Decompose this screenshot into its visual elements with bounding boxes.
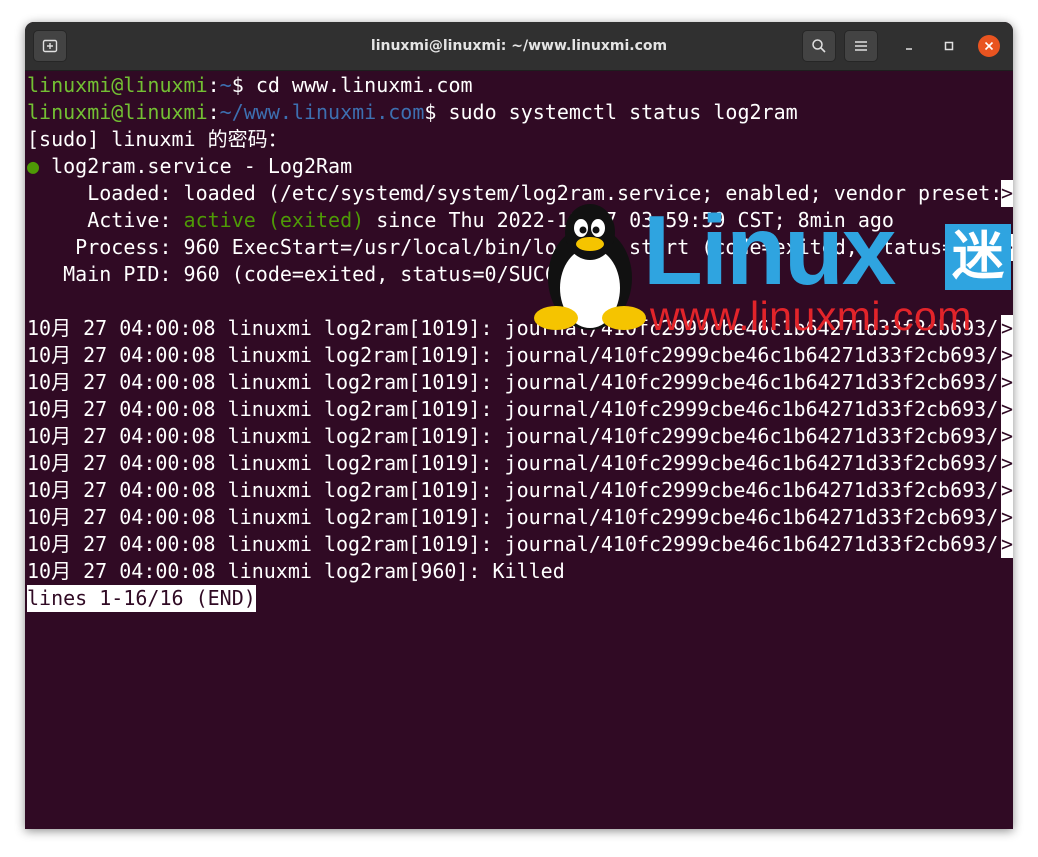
log-line: 10月 27 04:00:08 linuxmi log2ram[1019]: j…	[27, 396, 1013, 423]
search-button[interactable]	[802, 30, 836, 62]
hamburger-menu-icon	[855, 41, 867, 51]
truncation-marker: >	[1001, 504, 1013, 531]
truncation-marker: >	[1001, 477, 1013, 504]
truncation-marker: >	[1001, 396, 1013, 423]
prompt-user: linuxmi@linuxmi	[27, 100, 208, 124]
log-line: 10月 27 04:00:08 linuxmi log2ram[1019]: j…	[27, 342, 1013, 369]
tux-penguin-icon	[534, 204, 646, 330]
command-text: sudo systemctl status log2ram	[448, 100, 798, 124]
log-line-text: 10月 27 04:00:08 linuxmi log2ram[1019]: j…	[27, 343, 999, 367]
log-line-text: 10月 27 04:00:08 linuxmi log2ram[1019]: j…	[27, 397, 999, 421]
prompt-path: ~/www.linuxmi.com	[219, 100, 425, 124]
active-status: active (exited)	[183, 208, 365, 232]
prompt-line: linuxmi@linuxmi:~/www.linuxmi.com$ sudo …	[27, 100, 798, 124]
prompt-symbol: $	[424, 100, 449, 124]
truncation-marker: >	[1001, 450, 1013, 477]
log-line-text: 10月 27 04:00:08 linuxmi log2ram[1019]: j…	[27, 532, 999, 556]
log-line: 10月 27 04:00:08 linuxmi log2ram[1019]: j…	[27, 477, 1013, 504]
close-button[interactable]	[978, 35, 1000, 57]
truncation-marker: >	[1001, 369, 1013, 396]
log-line: 10月 27 04:00:08 linuxmi log2ram[1019]: j…	[27, 369, 1013, 396]
pager-line: lines 1-16/16 (END)	[27, 585, 1013, 612]
truncation-marker: >	[1001, 531, 1013, 558]
log-line-text: 10月 27 04:00:08 linuxmi log2ram[1019]: j…	[27, 424, 999, 448]
status-dot-icon: ●	[27, 154, 40, 178]
watermark-logo: Linux 迷 www.linuxmi.com	[530, 200, 1013, 340]
active-label: Active:	[27, 208, 184, 232]
search-icon	[812, 39, 826, 53]
brand-wordmark: Linux	[643, 195, 896, 305]
truncation-marker: >	[1001, 423, 1013, 450]
log-line: 10月 27 04:00:08 linuxmi log2ram[1019]: j…	[27, 504, 1013, 531]
service-header: ● log2ram.service - Log2Ram	[27, 153, 1013, 180]
log-line-killed: 10月 27 04:00:08 linuxmi log2ram[960]: Ki…	[27, 559, 565, 583]
log-line-text: 10月 27 04:00:08 linuxmi log2ram[1019]: j…	[27, 478, 999, 502]
log-line: 10月 27 04:00:08 linuxmi log2ram[1019]: j…	[27, 423, 1013, 450]
truncation-marker: >	[1001, 342, 1013, 369]
maximize-button[interactable]	[938, 35, 960, 57]
log-line: 10月 27 04:00:08 linuxmi log2ram[1019]: j…	[27, 450, 1013, 477]
sudo-password-prompt: [sudo] linuxmi 的密码：	[27, 127, 288, 151]
prompt-user: linuxmi@linuxmi	[27, 73, 208, 97]
log-line: 10月 27 04:00:08 linuxmi log2ram[1019]: j…	[27, 531, 1013, 558]
prompt-line: linuxmi@linuxmi:~$ cd www.linuxmi.com	[27, 73, 473, 97]
log-lines: 10月 27 04:00:08 linuxmi log2ram[1019]: j…	[27, 315, 1013, 558]
menu-button[interactable]	[844, 30, 878, 62]
log-line-text: 10月 27 04:00:08 linuxmi log2ram[1019]: j…	[27, 505, 999, 529]
terminal-window: linuxmi@linuxmi: ~/www.linuxmi.com linux…	[25, 22, 1013, 829]
brand-cn-badge: 迷	[945, 224, 1011, 290]
log-line-text: 10月 27 04:00:08 linuxmi log2ram[1019]: j…	[27, 370, 999, 394]
service-name: log2ram.service - Log2Ram	[39, 154, 353, 178]
pager-status: lines 1-16/16 (END)	[27, 585, 256, 612]
close-icon	[984, 41, 994, 51]
minimize-button[interactable]	[898, 35, 920, 57]
maximize-icon	[944, 41, 954, 51]
prompt-path: ~	[219, 73, 232, 97]
site-url: www.linuxmi.com	[650, 293, 972, 339]
titlebar: linuxmi@linuxmi: ~/www.linuxmi.com	[25, 22, 1013, 71]
terminal-output[interactable]: linuxmi@linuxmi:~$ cd www.linuxmi.com li…	[27, 72, 1013, 829]
command-text: cd www.linuxmi.com	[255, 73, 473, 97]
prompt-symbol: $	[231, 73, 256, 97]
log-line-text: 10月 27 04:00:08 linuxmi log2ram[1019]: j…	[27, 451, 999, 475]
minimize-icon	[906, 48, 912, 50]
